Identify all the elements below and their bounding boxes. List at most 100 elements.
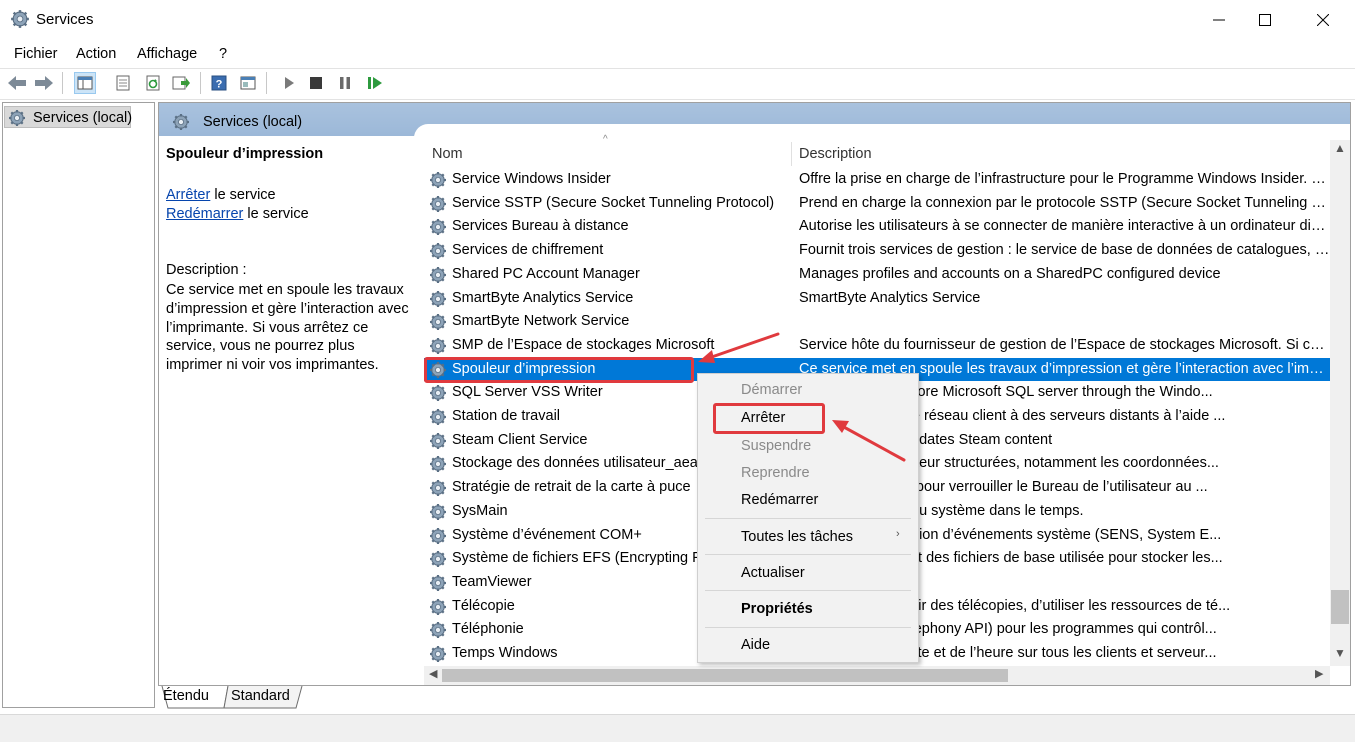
service-gear-icon: [429, 313, 447, 332]
start-service-button[interactable]: [278, 72, 300, 94]
service-gear-icon: [429, 218, 447, 237]
minimize-icon: [1213, 19, 1225, 21]
service-gear-icon: [429, 550, 447, 569]
gears-icon: [10, 9, 30, 29]
restart-service-button[interactable]: [364, 72, 386, 94]
menu-separator: [705, 554, 911, 555]
show-hide-tree-button[interactable]: [74, 72, 96, 94]
refresh-button[interactable]: [142, 72, 164, 94]
scroll-right-icon[interactable]: ▶: [1315, 667, 1323, 680]
gears-icon: [172, 113, 190, 131]
back-arrow-icon: [8, 76, 26, 90]
vertical-scrollbar[interactable]: [1330, 140, 1350, 666]
service-name: Steam Client Service: [452, 431, 588, 448]
column-header-name[interactable]: Nom: [432, 146, 463, 162]
forward-button[interactable]: [33, 72, 55, 94]
menu-separator: [705, 627, 911, 628]
service-gear-icon: [429, 455, 447, 474]
service-name: Système de fichiers EFS (Encrypting Fil: [452, 550, 708, 567]
menu-help[interactable]: ?: [219, 46, 227, 62]
service-row[interactable]: Services Bureau à distance Autorise les u…: [424, 215, 1330, 239]
service-row[interactable]: Services de chiffrement Fournit trois ser…: [424, 239, 1330, 263]
menu-item-refresh[interactable]: Actualiser: [741, 565, 805, 581]
service-gear-icon: [429, 171, 447, 189]
service-name: Système d’événement COM+: [452, 526, 642, 543]
submenu-arrow-icon: ›: [896, 528, 900, 540]
menu-item-restart[interactable]: Redémarrer: [741, 492, 818, 508]
service-gear-icon: [429, 645, 447, 663]
maximize-button[interactable]: [1242, 0, 1288, 40]
tab-extended[interactable]: Étendu: [163, 688, 209, 710]
toolbar-separator: [200, 72, 201, 94]
menu-separator: [705, 518, 911, 519]
service-name: SmartByte Network Service: [452, 313, 630, 330]
service-row[interactable]: Shared PC Account Manager Manages profile…: [424, 263, 1330, 287]
service-gear-icon: [429, 597, 447, 616]
export-list-button[interactable]: [170, 72, 192, 94]
help-icon: ?: [211, 75, 227, 91]
menu-item-pause: Suspendre: [741, 438, 812, 454]
stop-service-link[interactable]: Arrêter: [166, 187, 210, 203]
title-bar: [0, 0, 1355, 40]
close-icon: [1317, 14, 1329, 26]
pause-service-icon: [340, 77, 350, 89]
stop-service-button[interactable]: [305, 72, 327, 94]
mmc-view-button[interactable]: [237, 72, 259, 94]
tab-standard[interactable]: Standard: [231, 688, 290, 710]
service-name: Services Bureau à distance: [452, 218, 629, 235]
minimize-button[interactable]: [1196, 0, 1242, 40]
service-gear-icon: [429, 573, 447, 592]
back-button[interactable]: [6, 72, 28, 94]
service-name: Service SSTP (Secure Socket Tunneling Pr…: [452, 194, 775, 211]
properties-icon: [116, 75, 130, 91]
vertical-scroll-thumb[interactable]: [1331, 590, 1349, 624]
stop-service-line: Arrêter le service: [166, 187, 276, 203]
service-row[interactable]: Service SSTP (Secure Socket Tunneling Pr…: [424, 192, 1330, 216]
horizontal-scroll-thumb[interactable]: [442, 669, 1008, 682]
service-gear-icon: [429, 479, 447, 498]
service-row[interactable]: SMP de l’Espace de stockages Microsoft Se…: [424, 334, 1330, 358]
console-tree-icon: [77, 76, 93, 90]
window-title: Services: [36, 11, 94, 28]
toolbar: [0, 68, 1355, 100]
menu-fichier[interactable]: Fichier: [14, 46, 58, 62]
service-row[interactable]: SmartByte Network Service: [424, 310, 1330, 334]
service-row[interactable]: SmartByte Analytics Service SmartByte Ana…: [424, 287, 1330, 311]
stop-service-suffix: le service: [210, 187, 276, 203]
column-header-description[interactable]: Description: [799, 146, 872, 162]
annotation-arrow-to-service: [698, 332, 780, 363]
service-gear-icon: [429, 242, 447, 261]
maximize-icon: [1259, 14, 1271, 26]
service-name: TeamViewer: [452, 573, 532, 590]
column-divider[interactable]: [791, 142, 792, 166]
console-tree: [2, 102, 155, 708]
service-description: Fournit trois services de gestion : le s…: [799, 242, 1330, 259]
mmc-view-icon: [240, 76, 256, 90]
menu-item-help[interactable]: Aide: [741, 637, 770, 653]
panel-title: Services (local): [203, 114, 303, 130]
close-button[interactable]: [1300, 0, 1346, 40]
refresh-icon: [146, 75, 160, 91]
service-gear-icon: [429, 384, 447, 403]
scroll-left-icon[interactable]: ◀: [429, 667, 437, 680]
service-name: Télécopie: [452, 597, 515, 614]
restart-service-line: Redémarrer le service: [166, 206, 309, 222]
pause-service-button[interactable]: [334, 72, 356, 94]
properties-button[interactable]: [112, 72, 134, 94]
service-name: SysMain: [452, 502, 508, 519]
menu-action[interactable]: Action: [76, 46, 116, 62]
service-gear-icon: [429, 265, 447, 284]
description-label: Description :: [166, 262, 247, 278]
service-gear-icon: [429, 621, 447, 640]
scroll-down-icon[interactable]: ▼: [1334, 646, 1346, 660]
menu-item-all-tasks[interactable]: Toutes les tâches: [741, 529, 853, 545]
restart-service-link[interactable]: Redémarrer: [166, 206, 243, 222]
tree-item-label: Services (local): [33, 110, 133, 126]
menu-item-properties[interactable]: Propriétés: [741, 601, 813, 617]
scroll-up-icon[interactable]: ▲: [1334, 141, 1346, 155]
help-button[interactable]: ?: [208, 72, 230, 94]
service-description: Service hôte du fournisseur de gestion d…: [799, 336, 1330, 353]
service-row[interactable]: Service Windows Insider Offre la prise en…: [424, 168, 1330, 192]
menu-affichage[interactable]: Affichage: [137, 46, 197, 62]
description-text: Ce service met en spoule les travaux d’i…: [166, 282, 409, 374]
